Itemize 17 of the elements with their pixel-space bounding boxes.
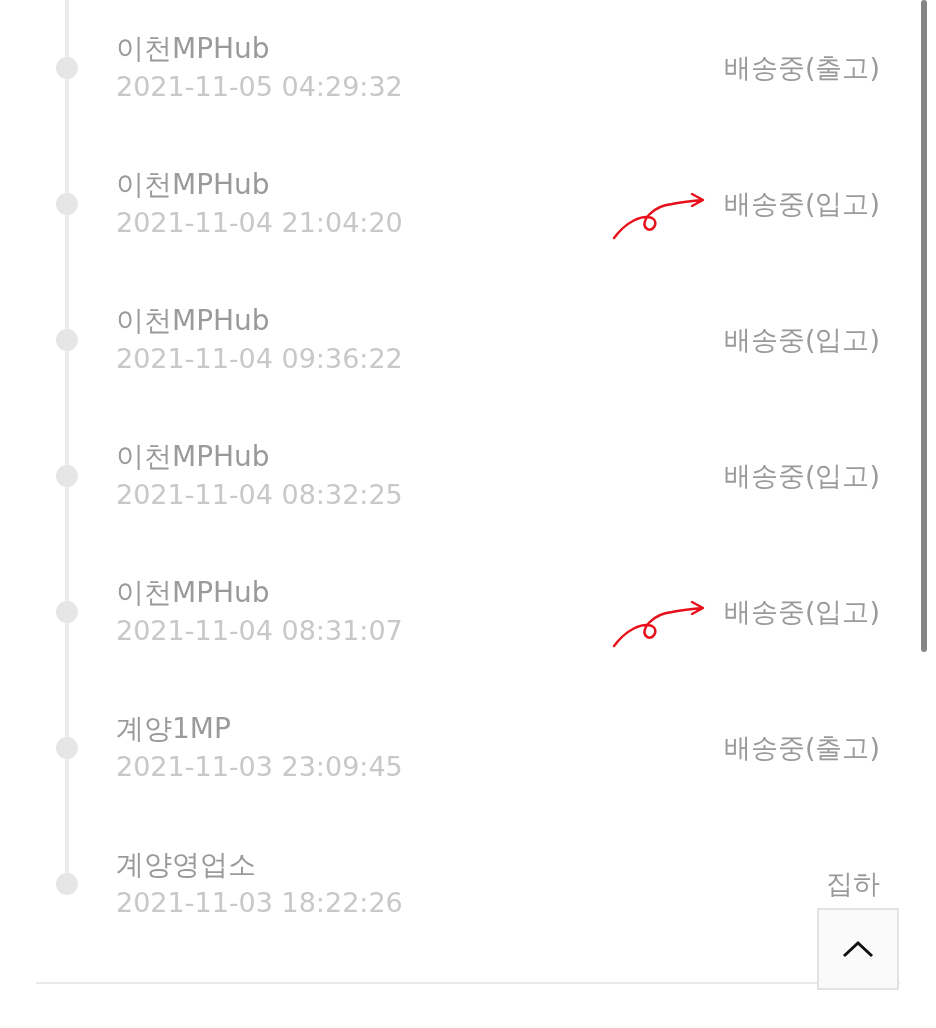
status-text: 집하 [826, 867, 880, 901]
status-text: 배송중(입고) [723, 187, 880, 221]
scroll-top-button[interactable] [817, 908, 899, 990]
location-text: 이천MPHub [116, 304, 270, 338]
location-text: 계양영업소 [116, 848, 256, 882]
status-text: 배송중(입고) [723, 323, 880, 357]
status-text: 배송중(입고) [723, 459, 880, 493]
location-text: 이천MPHub [116, 32, 270, 66]
location-text: 이천MPHub [116, 440, 270, 474]
location-text: 이천MPHub [116, 576, 270, 610]
chevron-up-icon [842, 940, 874, 958]
status-text: 배송중(출고) [723, 731, 880, 765]
status-text: 배송중(출고) [723, 51, 880, 85]
location-text: 이천MPHub [116, 168, 270, 202]
scrollbar[interactable] [921, 0, 927, 652]
status-text: 배송중(입고) [723, 595, 880, 629]
location-text: 계양1MP [116, 712, 231, 746]
